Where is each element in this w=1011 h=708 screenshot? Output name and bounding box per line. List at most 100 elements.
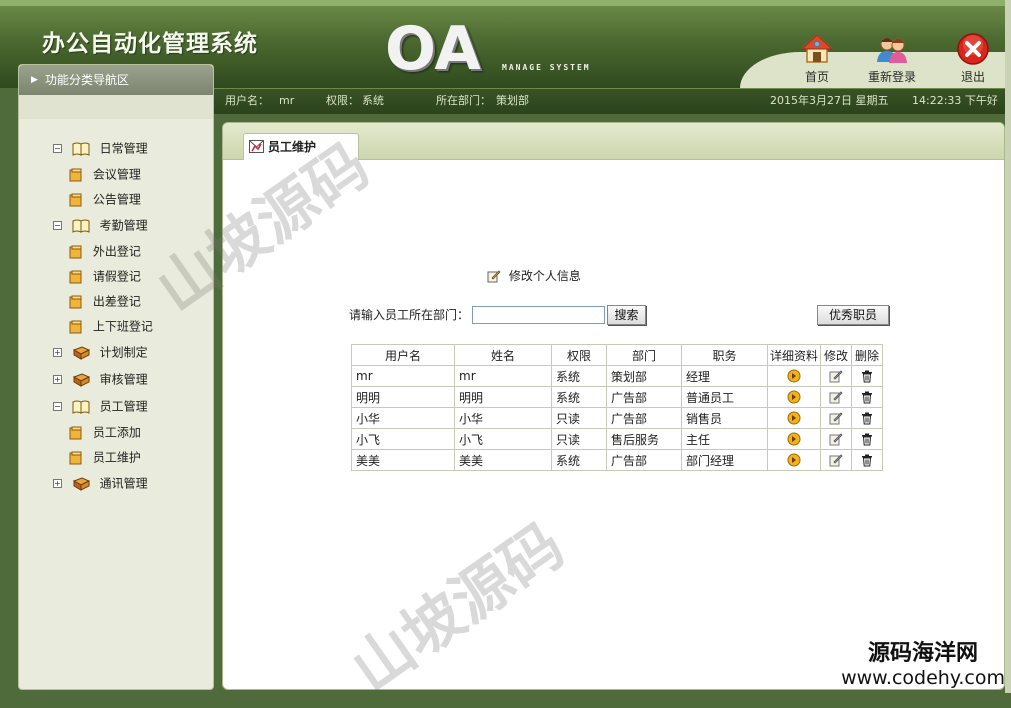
trash-icon [862, 391, 872, 404]
excellent-staff-button[interactable]: 优秀职员 [817, 305, 889, 325]
nav-item-clock-in[interactable]: 上下班登记 [69, 317, 153, 335]
edit-button[interactable] [820, 428, 852, 450]
collapse-icon[interactable]: − [53, 221, 62, 230]
delete-button[interactable] [851, 428, 883, 450]
nav-item-label: 外出登记 [92, 244, 141, 259]
nav-item-label: 会议管理 [92, 167, 141, 182]
table-cell: 明明 [351, 386, 455, 408]
detail-button[interactable] [767, 365, 821, 387]
nav-item-notice[interactable]: 公告管理 [69, 190, 141, 208]
book-open-icon [72, 142, 90, 156]
column-header: 职务 [681, 344, 768, 366]
trash-icon [862, 454, 872, 467]
delete-button[interactable] [851, 365, 883, 387]
nav-item-business-trip[interactable]: 出差登记 [69, 292, 141, 310]
nav-item-label: 上下班登记 [92, 319, 153, 334]
folder-icon [69, 426, 82, 439]
nav-group-attendance[interactable]: − 考勤管理 [53, 216, 148, 234]
edit-profile-label: 修改个人信息 [508, 268, 581, 283]
edit-button[interactable] [820, 407, 852, 429]
department-search-input[interactable] [472, 306, 605, 324]
nav-group-communication[interactable]: + 通讯管理 [53, 474, 148, 492]
home-button-label: 首页 [804, 70, 829, 84]
table-cell: 系统 [551, 386, 607, 408]
exit-icon [957, 33, 989, 65]
pencil-icon [829, 412, 843, 425]
relogin-button[interactable]: 重新登录 [857, 32, 927, 85]
nav-item-leave[interactable]: 请假登记 [69, 267, 141, 285]
edit-button[interactable] [820, 449, 852, 471]
delete-button[interactable] [851, 449, 883, 471]
nav-item-label: 员工维护 [92, 450, 141, 465]
relogin-button-label: 重新登录 [867, 70, 916, 84]
main-tab-bar: 员工维护 [223, 123, 1004, 160]
table-cell: mr [454, 365, 552, 387]
detail-button[interactable] [767, 428, 821, 450]
user-info-bar: 用户名： mr 权限： 系统 所在部门： 策划部 2015年3月27日 星期五 … [212, 88, 1011, 114]
detail-button[interactable] [767, 449, 821, 471]
home-button[interactable]: 首页 [782, 32, 852, 85]
table-cell: mr [351, 365, 455, 387]
table-cell: 部门经理 [681, 449, 768, 471]
search-button[interactable]: 搜索 [607, 305, 646, 325]
folder-icon [69, 320, 82, 333]
column-header: 用户名 [351, 344, 455, 366]
department-label: 所在部门： [436, 94, 491, 107]
detail-button[interactable] [767, 386, 821, 408]
caret-right-icon: ▶ [31, 75, 38, 85]
edit-button[interactable] [820, 386, 852, 408]
book-closed-icon [72, 345, 90, 360]
edit-profile-link[interactable]: 修改个人信息 [487, 267, 581, 284]
exit-button-label: 退出 [960, 70, 985, 84]
permission-value: 系统 [362, 94, 384, 107]
delete-button[interactable] [851, 407, 883, 429]
table-cell: 小飞 [454, 428, 552, 450]
table-cell: 美美 [454, 449, 552, 471]
table-cell: 只读 [551, 428, 607, 450]
table-cell: 主任 [681, 428, 768, 450]
expand-icon[interactable]: + [53, 479, 62, 488]
detail-button[interactable] [767, 407, 821, 429]
nav-group-staff[interactable]: − 员工管理 [53, 397, 148, 415]
table-row: mr mr 系统 策划部 经理 [351, 365, 883, 387]
expand-icon[interactable]: + [53, 348, 62, 357]
nav-group-label: 计划制定 [99, 345, 148, 360]
tab-staff-maintain[interactable]: 员工维护 [243, 133, 359, 160]
delete-button[interactable] [851, 386, 883, 408]
oa-logo-subtitle: MANAGE SYSTEM [502, 63, 591, 72]
department-search-label: 请输入员工所在部门： [349, 308, 470, 322]
staff-table: 用户名 姓名 权限 部门 职务 详细资料 修改 删除 mr mr 系统 策划部 经理 明明… [351, 344, 883, 471]
nav-group-planning[interactable]: + 计划制定 [53, 343, 148, 361]
detail-arrow-icon [787, 432, 801, 446]
oa-logo: OA [385, 14, 481, 84]
nav-group-daily[interactable]: − 日常管理 [53, 139, 148, 157]
exit-button[interactable]: 退出 [938, 32, 1008, 85]
table-cell: 广告部 [606, 386, 682, 408]
sidebar-band [19, 95, 213, 119]
nav-item-staff-maintain[interactable]: 员工维护 [69, 448, 141, 466]
table-cell: 销售员 [681, 407, 768, 429]
nav-group-audit[interactable]: + 审核管理 [53, 370, 148, 388]
table-header-row: 用户名 姓名 权限 部门 职务 详细资料 修改 删除 [351, 344, 883, 366]
nav-item-meeting[interactable]: 会议管理 [69, 165, 141, 183]
column-header: 部门 [606, 344, 682, 366]
table-row: 美美 美美 系统 广告部 部门经理 [351, 449, 883, 471]
trash-icon [862, 433, 872, 446]
table-cell: 只读 [551, 407, 607, 429]
table-cell: 售后服务 [606, 428, 682, 450]
nav-item-staff-add[interactable]: 员工添加 [69, 423, 141, 441]
book-closed-icon [72, 372, 90, 387]
table-cell: 经理 [681, 365, 768, 387]
collapse-icon[interactable]: − [53, 144, 62, 153]
table-cell: 小飞 [351, 428, 455, 450]
users-icon [877, 37, 907, 63]
table-cell: 广告部 [606, 449, 682, 471]
column-header: 修改 [820, 344, 852, 366]
detail-arrow-icon [787, 390, 801, 404]
table-cell: 系统 [551, 449, 607, 471]
nav-group-label: 员工管理 [99, 399, 148, 414]
edit-button[interactable] [820, 365, 852, 387]
expand-icon[interactable]: + [53, 375, 62, 384]
collapse-icon[interactable]: − [53, 402, 62, 411]
nav-item-outing[interactable]: 外出登记 [69, 242, 141, 260]
